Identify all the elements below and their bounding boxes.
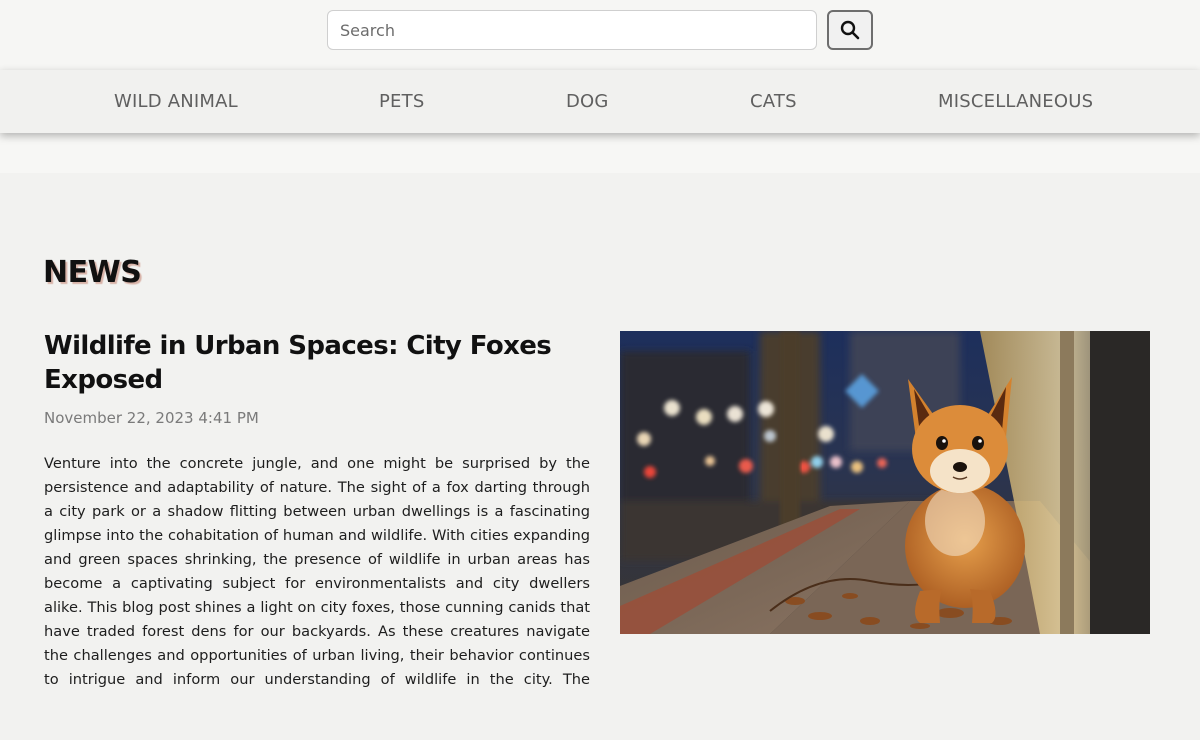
search-input[interactable] <box>327 10 817 50</box>
section-title: NEWS <box>43 255 142 290</box>
nav-item-cats[interactable]: CATS <box>750 70 797 133</box>
news-section: NEWS Wildlife in Urban Spaces: City Foxe… <box>0 173 1200 740</box>
post-date: November 22, 2023 4:41 PM <box>44 409 259 427</box>
nav-item-dog[interactable]: DOG <box>566 70 609 133</box>
search-icon <box>840 20 860 40</box>
post-excerpt: Venture into the concrete jungle, and on… <box>44 455 590 688</box>
nav-item-pets[interactable]: PETS <box>379 70 424 133</box>
main-nav: WILD ANIMAL PETS DOG CATS MISCELLANEOUS <box>0 70 1200 133</box>
nav-item-miscellaneous[interactable]: MISCELLANEOUS <box>938 70 1093 133</box>
search-button[interactable] <box>827 10 873 50</box>
fox-cub-photo <box>620 331 1150 634</box>
top-bar <box>0 0 1200 70</box>
header-spacer <box>0 133 1200 173</box>
nav-item-wild-animal[interactable]: WILD ANIMAL <box>114 70 238 133</box>
post-image[interactable] <box>620 331 1150 634</box>
post-title[interactable]: Wildlife in Urban Spaces: City Foxes Exp… <box>44 329 584 397</box>
